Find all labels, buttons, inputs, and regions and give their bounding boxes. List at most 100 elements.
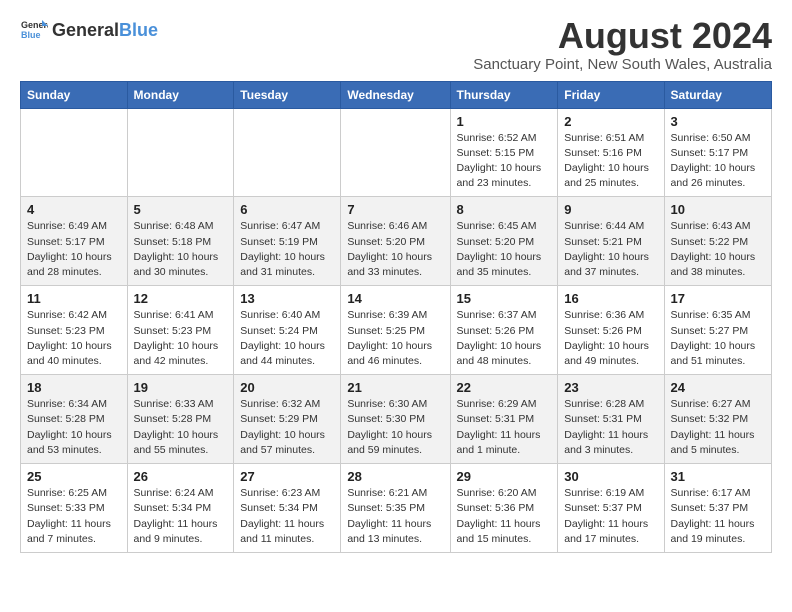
day-cell: 31 Sunrise: 6:17 AM Sunset: 5:37 PM Dayli… (664, 464, 771, 553)
day-info: Sunrise: 6:40 AM Sunset: 5:24 PM Dayligh… (240, 308, 334, 369)
day-info: Sunrise: 6:43 AM Sunset: 5:22 PM Dayligh… (671, 219, 765, 280)
day-number: 21 (347, 380, 443, 395)
day-cell: 19 Sunrise: 6:33 AM Sunset: 5:28 PM Dayli… (127, 375, 234, 464)
day-info: Sunrise: 6:32 AM Sunset: 5:29 PM Dayligh… (240, 397, 334, 458)
day-info: Sunrise: 6:25 AM Sunset: 5:33 PM Dayligh… (27, 486, 121, 547)
day-number: 1 (457, 114, 552, 129)
day-cell: 14Sunrise: 6:39 AM Sunset: 5:25 PM Dayli… (341, 286, 450, 375)
day-cell: 7Sunrise: 6:46 AM Sunset: 5:20 PM Daylig… (341, 197, 450, 286)
svg-text:Blue: Blue (21, 30, 41, 40)
day-cell: 3 Sunrise: 6:50 AM Sunset: 5:17 PM Daylig… (664, 108, 771, 197)
logo-text-general: General (52, 20, 119, 41)
logo: General Blue General Blue (20, 16, 158, 44)
day-info: Sunrise: 6:34 AM Sunset: 5:28 PM Dayligh… (27, 397, 121, 458)
day-cell: 26 Sunrise: 6:24 AM Sunset: 5:34 PM Dayli… (127, 464, 234, 553)
day-info: Sunrise: 6:17 AM Sunset: 5:37 PM Dayligh… (671, 486, 765, 547)
day-cell: 24Sunrise: 6:27 AM Sunset: 5:32 PM Dayli… (664, 375, 771, 464)
calendar-body: 1 Sunrise: 6:52 AM Sunset: 5:15 PM Daylig… (21, 108, 772, 552)
location-subtitle: Sanctuary Point, New South Wales, Austra… (473, 56, 772, 73)
day-info: Sunrise: 6:50 AM Sunset: 5:17 PM Dayligh… (671, 131, 765, 192)
header-thursday: Thursday (450, 81, 558, 108)
day-info: Sunrise: 6:30 AM Sunset: 5:30 PM Dayligh… (347, 397, 443, 458)
day-number: 8 (457, 202, 552, 217)
week-row-3: 11Sunrise: 6:42 AM Sunset: 5:23 PM Dayli… (21, 286, 772, 375)
day-number: 23 (564, 380, 657, 395)
day-cell (234, 108, 341, 197)
day-cell: 21 Sunrise: 6:30 AM Sunset: 5:30 PM Dayli… (341, 375, 450, 464)
day-info: Sunrise: 6:19 AM Sunset: 5:37 PM Dayligh… (564, 486, 657, 547)
calendar-header: Sunday Monday Tuesday Wednesday Thursday… (21, 81, 772, 108)
day-cell: 8 Sunrise: 6:45 AM Sunset: 5:20 PM Daylig… (450, 197, 558, 286)
day-cell: 23 Sunrise: 6:28 AM Sunset: 5:31 PM Dayli… (558, 375, 664, 464)
day-info: Sunrise: 6:29 AM Sunset: 5:31 PM Dayligh… (457, 397, 552, 458)
day-info: Sunrise: 6:21 AM Sunset: 5:35 PM Dayligh… (347, 486, 443, 547)
day-number: 6 (240, 202, 334, 217)
day-cell: 29Sunrise: 6:20 AM Sunset: 5:36 PM Dayli… (450, 464, 558, 553)
day-info: Sunrise: 6:46 AM Sunset: 5:20 PM Dayligh… (347, 219, 443, 280)
day-cell (127, 108, 234, 197)
day-number: 2 (564, 114, 657, 129)
month-year-title: August 2024 (473, 16, 772, 56)
day-number: 17 (671, 291, 765, 306)
day-info: Sunrise: 6:48 AM Sunset: 5:18 PM Dayligh… (134, 219, 228, 280)
header-row: Sunday Monday Tuesday Wednesday Thursday… (21, 81, 772, 108)
day-number: 31 (671, 469, 765, 484)
day-info: Sunrise: 6:20 AM Sunset: 5:36 PM Dayligh… (457, 486, 552, 547)
day-cell: 13Sunrise: 6:40 AM Sunset: 5:24 PM Dayli… (234, 286, 341, 375)
day-info: Sunrise: 6:44 AM Sunset: 5:21 PM Dayligh… (564, 219, 657, 280)
page-header: General Blue General Blue August 2024 Sa… (20, 16, 772, 73)
day-cell: 12Sunrise: 6:41 AM Sunset: 5:23 PM Dayli… (127, 286, 234, 375)
day-cell: 16Sunrise: 6:36 AM Sunset: 5:26 PM Dayli… (558, 286, 664, 375)
day-info: Sunrise: 6:35 AM Sunset: 5:27 PM Dayligh… (671, 308, 765, 369)
day-cell: 10 Sunrise: 6:43 AM Sunset: 5:22 PM Dayli… (664, 197, 771, 286)
day-number: 5 (134, 202, 228, 217)
header-wednesday: Wednesday (341, 81, 450, 108)
title-area: August 2024 Sanctuary Point, New South W… (473, 16, 772, 73)
day-cell: 1 Sunrise: 6:52 AM Sunset: 5:15 PM Daylig… (450, 108, 558, 197)
week-row-1: 1 Sunrise: 6:52 AM Sunset: 5:15 PM Daylig… (21, 108, 772, 197)
day-number: 15 (457, 291, 552, 306)
week-row-5: 25Sunrise: 6:25 AM Sunset: 5:33 PM Dayli… (21, 464, 772, 553)
day-number: 14 (347, 291, 443, 306)
header-saturday: Saturday (664, 81, 771, 108)
day-info: Sunrise: 6:45 AM Sunset: 5:20 PM Dayligh… (457, 219, 552, 280)
calendar-table: Sunday Monday Tuesday Wednesday Thursday… (20, 81, 772, 553)
day-cell: 2 Sunrise: 6:51 AM Sunset: 5:16 PM Daylig… (558, 108, 664, 197)
day-info: Sunrise: 6:23 AM Sunset: 5:34 PM Dayligh… (240, 486, 334, 547)
day-info: Sunrise: 6:33 AM Sunset: 5:28 PM Dayligh… (134, 397, 228, 458)
day-info: Sunrise: 6:52 AM Sunset: 5:15 PM Dayligh… (457, 131, 552, 192)
day-cell: 27Sunrise: 6:23 AM Sunset: 5:34 PM Dayli… (234, 464, 341, 553)
day-number: 22 (457, 380, 552, 395)
header-monday: Monday (127, 81, 234, 108)
header-tuesday: Tuesday (234, 81, 341, 108)
day-cell: 20 Sunrise: 6:32 AM Sunset: 5:29 PM Dayli… (234, 375, 341, 464)
day-number: 26 (134, 469, 228, 484)
day-info: Sunrise: 6:41 AM Sunset: 5:23 PM Dayligh… (134, 308, 228, 369)
day-number: 19 (134, 380, 228, 395)
day-cell (21, 108, 128, 197)
day-number: 20 (240, 380, 334, 395)
day-cell: 5 Sunrise: 6:48 AM Sunset: 5:18 PM Daylig… (127, 197, 234, 286)
logo-icon: General Blue (20, 16, 48, 44)
week-row-2: 4Sunrise: 6:49 AM Sunset: 5:17 PM Daylig… (21, 197, 772, 286)
day-cell: 28 Sunrise: 6:21 AM Sunset: 5:35 PM Dayli… (341, 464, 450, 553)
day-number: 3 (671, 114, 765, 129)
day-info: Sunrise: 6:24 AM Sunset: 5:34 PM Dayligh… (134, 486, 228, 547)
day-cell: 22 Sunrise: 6:29 AM Sunset: 5:31 PM Dayli… (450, 375, 558, 464)
day-number: 28 (347, 469, 443, 484)
day-number: 16 (564, 291, 657, 306)
day-info: Sunrise: 6:49 AM Sunset: 5:17 PM Dayligh… (27, 219, 121, 280)
week-row-4: 18 Sunrise: 6:34 AM Sunset: 5:28 PM Dayli… (21, 375, 772, 464)
day-number: 10 (671, 202, 765, 217)
day-cell (341, 108, 450, 197)
day-cell: 15 Sunrise: 6:37 AM Sunset: 5:26 PM Dayli… (450, 286, 558, 375)
day-number: 18 (27, 380, 121, 395)
day-cell: 4Sunrise: 6:49 AM Sunset: 5:17 PM Daylig… (21, 197, 128, 286)
day-info: Sunrise: 6:37 AM Sunset: 5:26 PM Dayligh… (457, 308, 552, 369)
day-number: 24 (671, 380, 765, 395)
day-cell: 25Sunrise: 6:25 AM Sunset: 5:33 PM Dayli… (21, 464, 128, 553)
day-info: Sunrise: 6:42 AM Sunset: 5:23 PM Dayligh… (27, 308, 121, 369)
day-cell: 11Sunrise: 6:42 AM Sunset: 5:23 PM Dayli… (21, 286, 128, 375)
day-info: Sunrise: 6:51 AM Sunset: 5:16 PM Dayligh… (564, 131, 657, 192)
day-info: Sunrise: 6:28 AM Sunset: 5:31 PM Dayligh… (564, 397, 657, 458)
